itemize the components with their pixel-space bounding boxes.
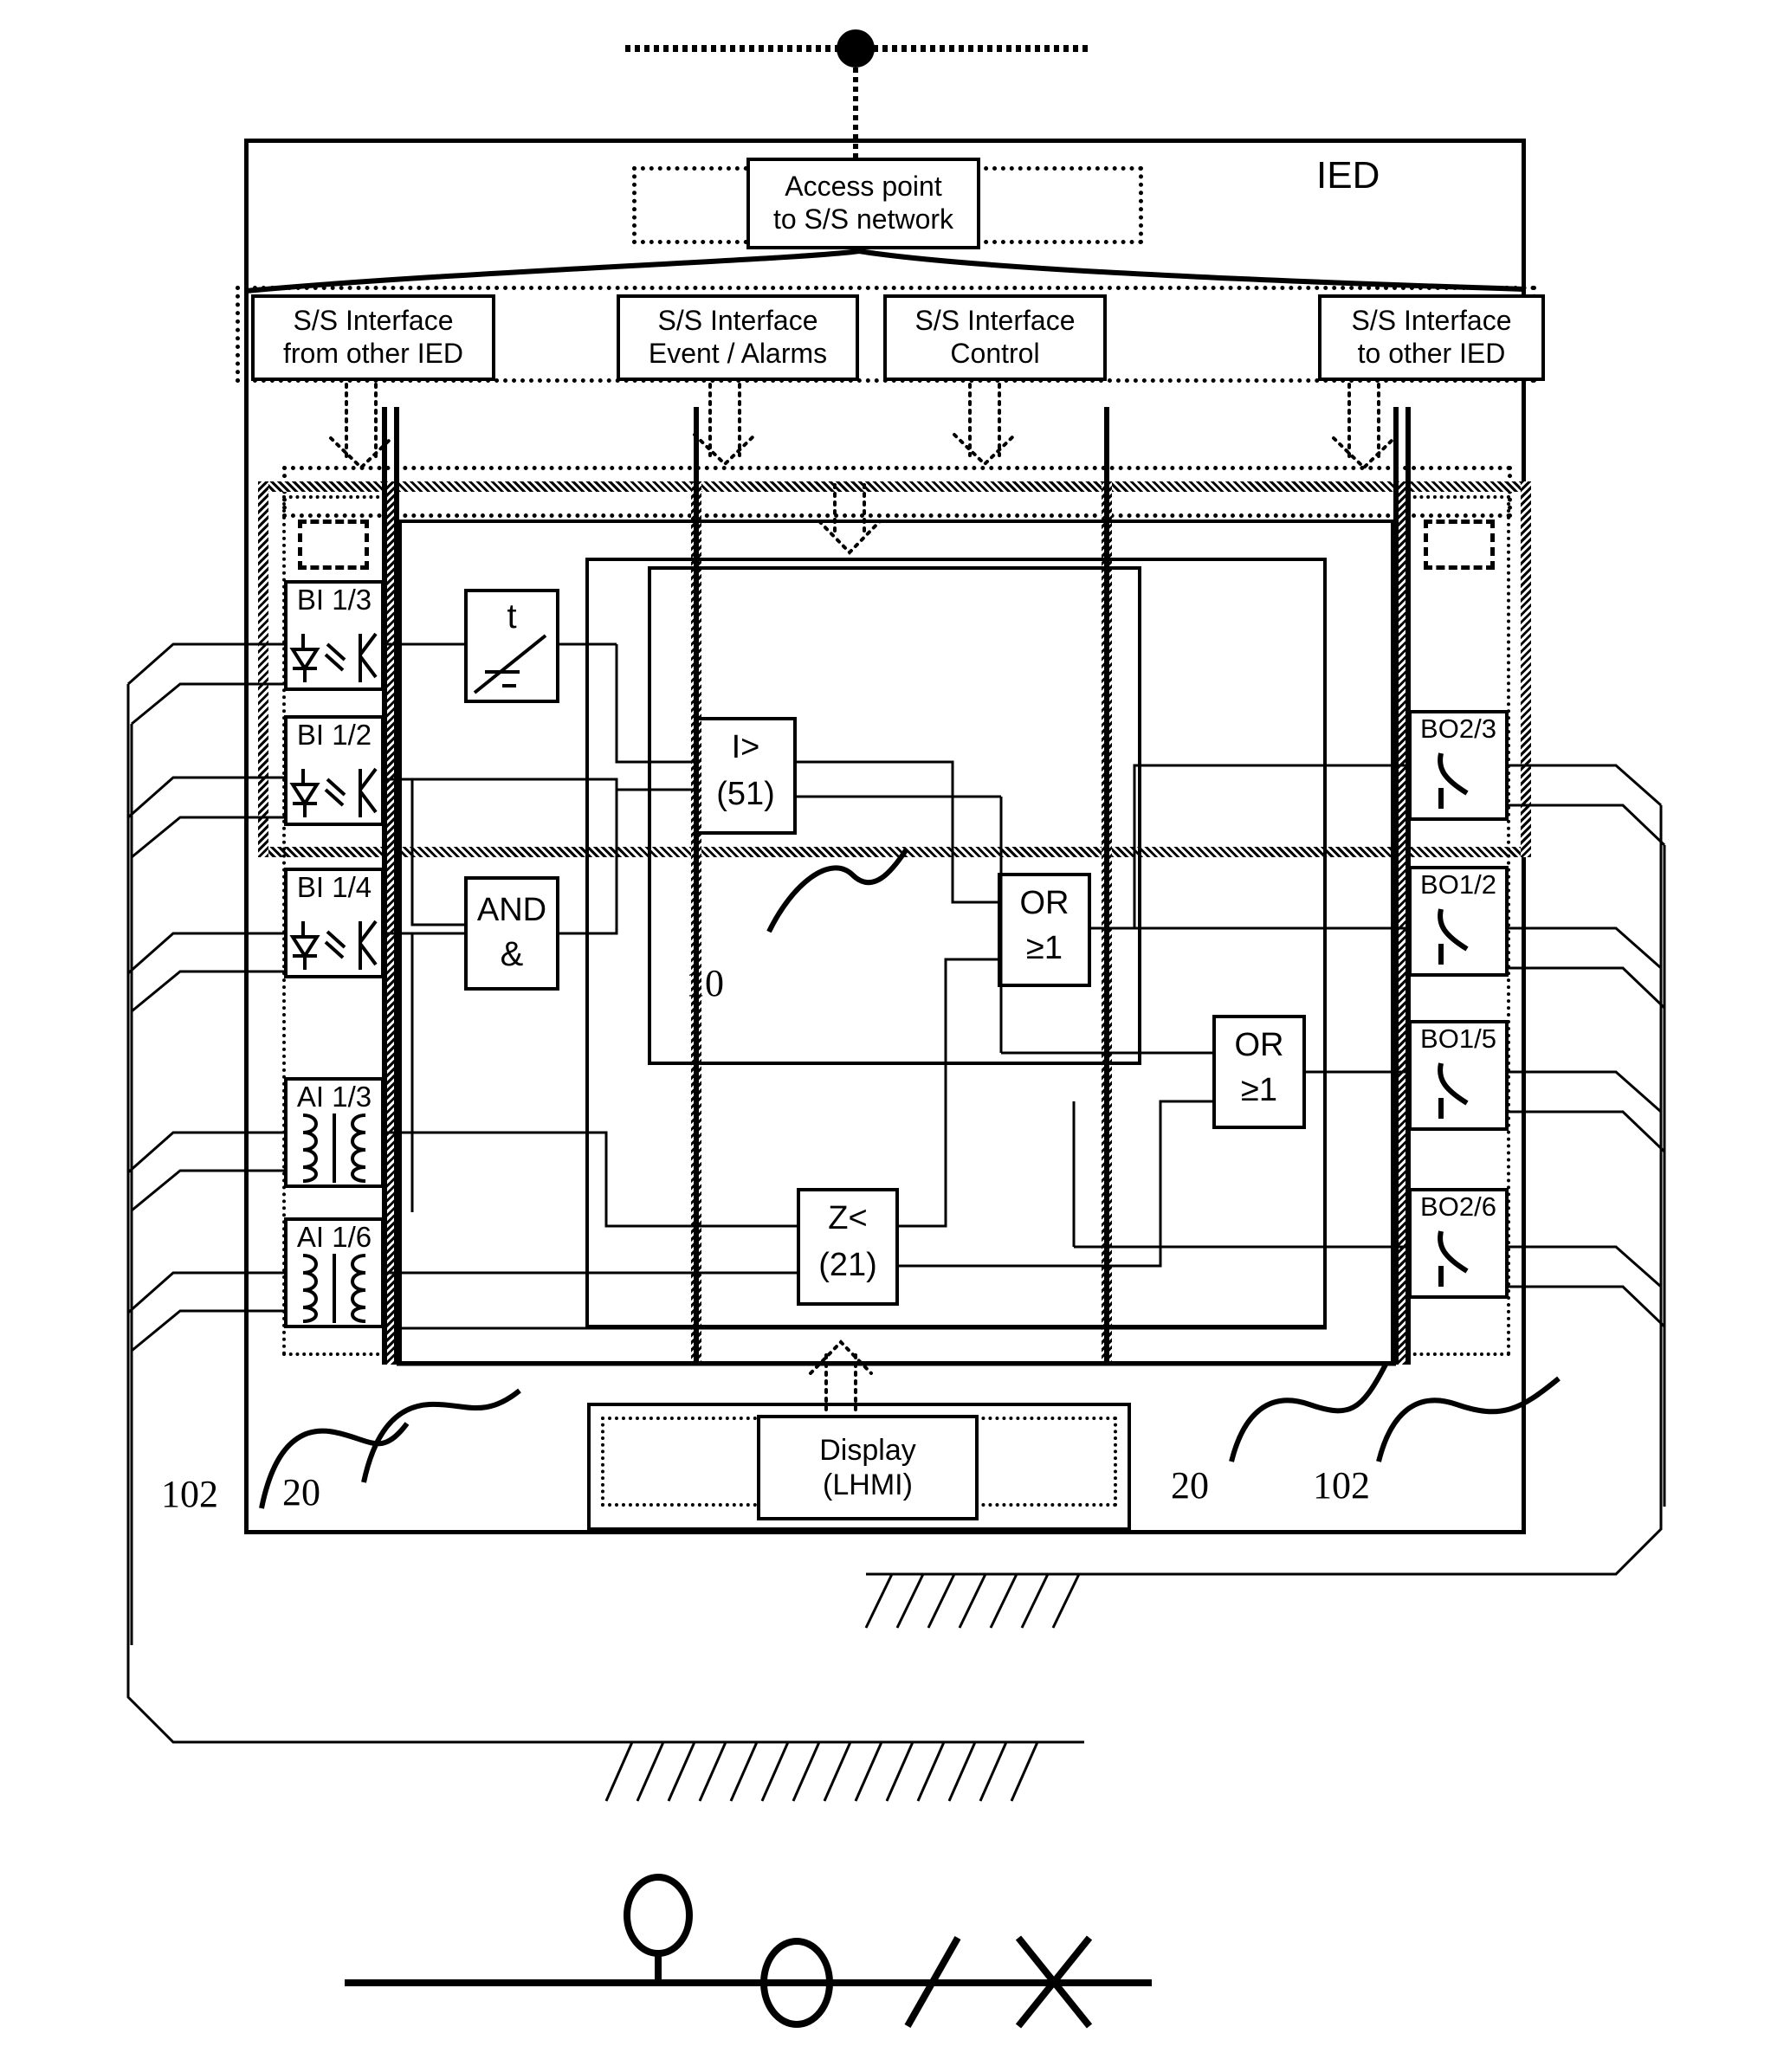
voltage-transformer-icon [624, 1874, 693, 1983]
diagram-canvas: IED Access point to S/S network S/S Inte… [0, 0, 1790, 2072]
single-line-diagram [345, 1874, 1152, 2029]
